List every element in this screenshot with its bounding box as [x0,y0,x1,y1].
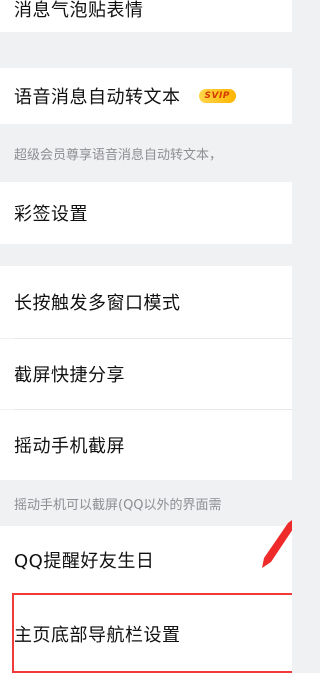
setting-label: 彩签设置 [14,204,88,225]
setting-label: 消息气泡贴表情 [14,0,144,21]
highlight-box [12,593,292,673]
setting-label: 截屏快捷分享 [14,365,125,386]
svip-badge: SVIP [198,89,236,103]
setting-long-press-multiwindow[interactable]: 长按触发多窗口模式 [0,266,292,338]
setting-bubble-sticker[interactable]: 消息气泡贴表情 [0,0,292,32]
shake-note: 摇动手机可以截屏(QQ以外的界面需 [0,480,292,526]
settings-page: 消息气泡贴表情 语音消息自动转文本 SVIP 超级会员尊享语音消息自动转文本， … [0,0,292,673]
setting-label: 摇动手机截屏 [14,436,125,457]
setting-label: 语音消息自动转文本 [14,87,181,108]
setting-birthday-reminder[interactable]: QQ提醒好友生日 [0,526,292,594]
setting-colorful-sign[interactable]: 彩签设置 [0,182,292,244]
voice-note: 超级会员尊享语音消息自动转文本， [0,124,292,182]
setting-label: 长按触发多窗口模式 [14,293,181,314]
setting-label: QQ提醒好友生日 [14,551,155,572]
red-arrow-icon [262,520,292,568]
setting-screenshot-share[interactable]: 截屏快捷分享 [0,339,292,409]
setting-voice-to-text[interactable]: 语音消息自动转文本 SVIP [0,68,292,124]
note-text: 超级会员尊享语音消息自动转文本， [14,147,223,163]
note-text: 摇动手机可以截屏(QQ以外的界面需 [14,497,222,513]
setting-shake-screenshot[interactable]: 摇动手机截屏 [0,410,292,480]
